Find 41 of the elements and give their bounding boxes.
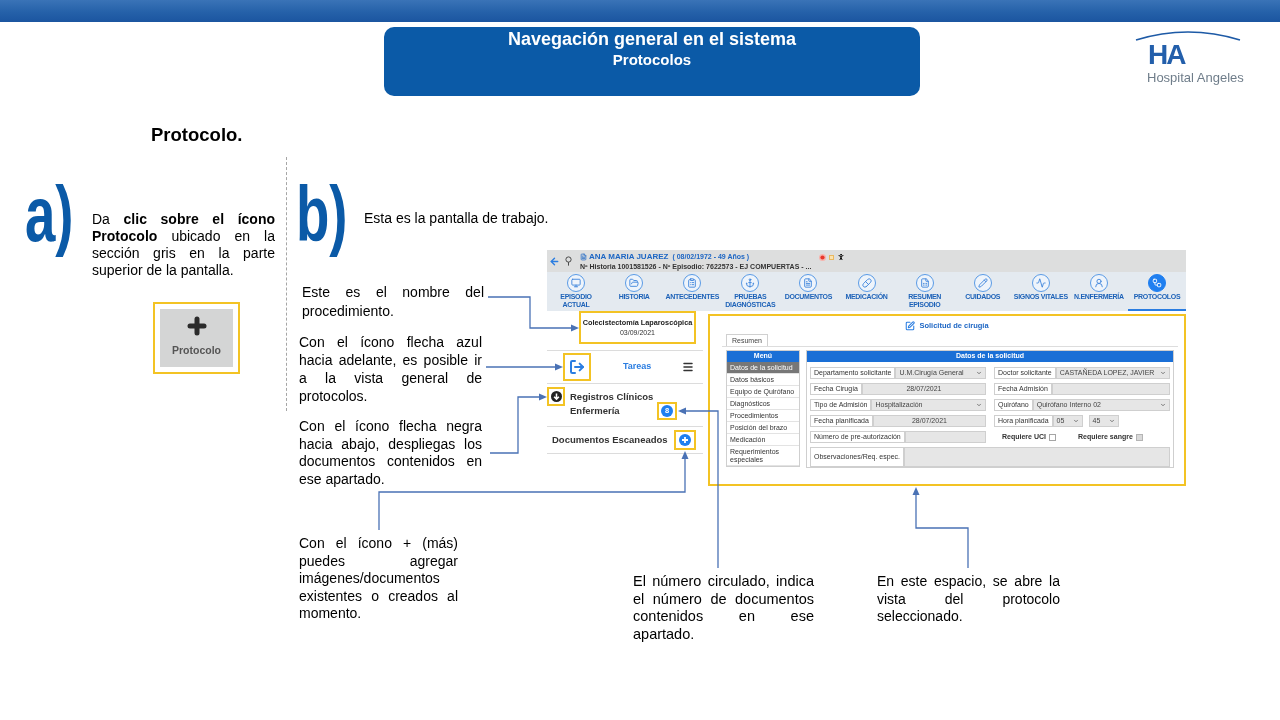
date-field[interactable]	[1051, 383, 1170, 395]
slide-subtitle: Protocolos	[612, 50, 692, 70]
back-arrow-icon[interactable]	[549, 255, 560, 267]
callout-text: Con el ícono + (más) puedes agregar imágenes/documentos existentes o creados al momento.	[299, 535, 458, 623]
callout-text: El número circulado, indica el número de documentos contenidos en ese apartado.	[633, 573, 814, 643]
chevron-down-icon	[976, 402, 982, 408]
text-field[interactable]	[904, 431, 986, 443]
exit-icon[interactable]	[569, 359, 585, 375]
alert-dot-icon	[819, 253, 827, 261]
patient-name: ANA MARIA JUAREZ	[589, 251, 669, 262]
chevron-down-icon	[1160, 370, 1166, 376]
chevron-down-icon	[976, 370, 982, 376]
status-square-icon	[829, 254, 835, 260]
section-title: Protocolo.	[151, 124, 243, 146]
pin-icon[interactable]	[565, 256, 572, 266]
section-label: Registros Clínicos Enfermería	[570, 390, 655, 418]
tasks-label: Tareas	[623, 360, 652, 374]
logo-text: Hospital Angeles	[1147, 70, 1244, 85]
chevron-down-icon	[1160, 402, 1166, 408]
logo-mark: HA	[1148, 41, 1185, 69]
step-text: Esta es la pantalla de trabajo.	[364, 210, 549, 227]
workflow-icon	[1148, 274, 1166, 292]
protocolo-button[interactable]: Protocolo	[160, 309, 233, 367]
logo-swoosh-icon	[1135, 29, 1241, 41]
textarea-field[interactable]	[904, 447, 1170, 467]
chevron-down-icon	[1072, 418, 1079, 424]
menu-icon[interactable]	[682, 361, 694, 373]
down-arrow-circle-icon[interactable]	[550, 391, 562, 402]
callout-text: Este es el nombre del procedimiento.	[302, 283, 484, 321]
plus-circle-icon[interactable]	[679, 434, 691, 446]
chevron-down-icon	[1108, 418, 1115, 424]
edit-icon	[905, 321, 916, 331]
step-text: Da clic sobre el ícono Protocolo ubicado en la sección gris en la parte superior de la pantalla.	[92, 211, 275, 279]
slide-title: Navegación general en el sistema	[507, 28, 797, 50]
checkbox[interactable]	[1048, 433, 1056, 441]
callout-text: Con el ícono flecha azul hacia adelante, es posible ir a la vista general de protocolos.	[299, 333, 482, 405]
figure-icon	[837, 253, 846, 261]
callout-text: Con el ícono flecha negra hacia abajo, despliegas los documentos contenidos en ese apartado.	[299, 418, 482, 488]
document-icon	[580, 252, 587, 261]
callout-text: En este espacio, se abre la vista del protocolo seleccionado.	[877, 573, 1060, 626]
section-label: Documentos Escaneados	[552, 432, 668, 447]
